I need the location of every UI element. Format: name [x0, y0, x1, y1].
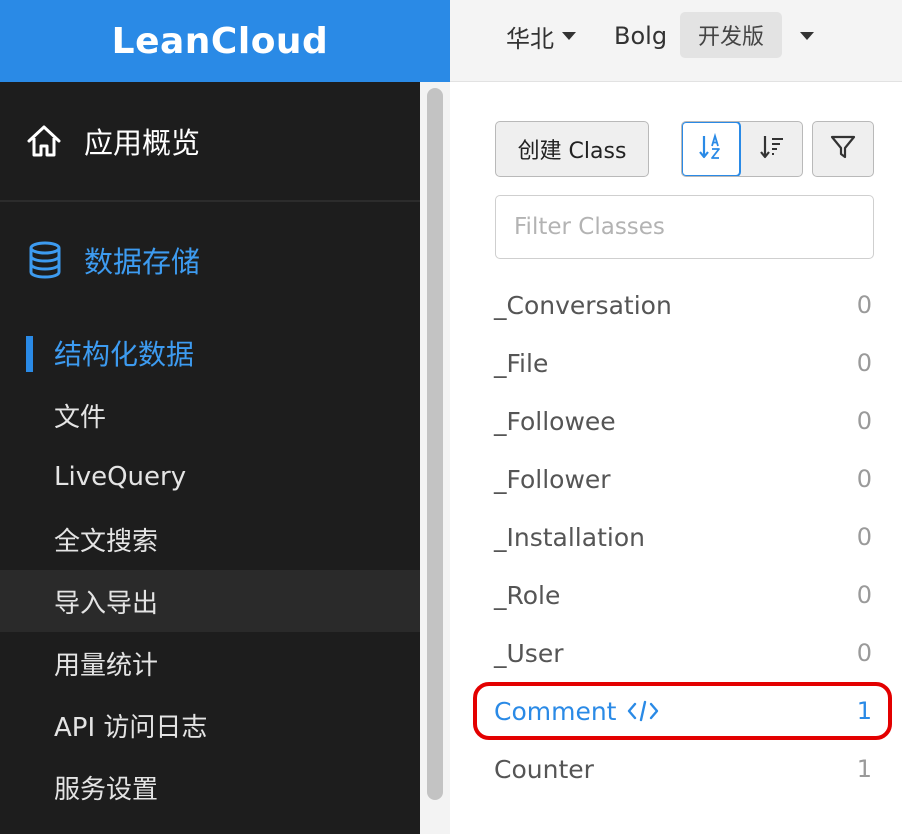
- class-count: 1: [856, 755, 872, 783]
- subnav-livequery[interactable]: LiveQuery: [0, 446, 420, 508]
- code-icon: [627, 699, 659, 723]
- class-count: 0: [856, 639, 872, 667]
- subnav-settings[interactable]: 服务设置: [0, 756, 420, 818]
- sort-amount-button[interactable]: [742, 122, 802, 176]
- class-name: _Conversation: [494, 290, 672, 320]
- sort-toggle-group: [681, 121, 803, 177]
- nav-item-storage[interactable]: 数据存储: [0, 202, 420, 318]
- subnav-usage-stats[interactable]: 用量统计: [0, 632, 420, 694]
- sidebar: LeanCloud 应用概览 数据存储 结构化数据 文件 LiveQuery 全…: [0, 0, 450, 834]
- nav-item-overview[interactable]: 应用概览: [0, 82, 420, 200]
- class-row-conversation[interactable]: _Conversation 0: [494, 276, 874, 334]
- class-name: _Followee: [494, 406, 616, 436]
- subnav-structured-data[interactable]: 结构化数据: [0, 322, 420, 384]
- nav-item-label: 数据存储: [84, 245, 201, 279]
- filter-button[interactable]: [812, 121, 874, 177]
- class-name: _Installation: [494, 522, 645, 552]
- app-selector[interactable]: Bolg: [614, 18, 667, 54]
- nav-item-label: 应用概览: [84, 126, 201, 160]
- sort-amount-icon: [758, 133, 786, 165]
- class-count: 0: [856, 349, 872, 377]
- class-count: 0: [856, 581, 872, 609]
- class-row-counter[interactable]: Counter 1: [494, 740, 874, 798]
- class-row-follower[interactable]: _Follower 0: [494, 450, 874, 508]
- subnav-api-logs[interactable]: API 访问日志: [0, 694, 420, 756]
- class-name: Counter: [494, 754, 594, 784]
- class-count: 0: [856, 291, 872, 319]
- class-count: 1: [856, 697, 872, 725]
- class-row-role[interactable]: _Role 0: [494, 566, 874, 624]
- class-row-user[interactable]: _User 0: [494, 624, 874, 682]
- class-row-file[interactable]: _File 0: [494, 334, 874, 392]
- sort-alpha-icon: [697, 132, 725, 165]
- region-label: 华北: [506, 24, 554, 53]
- class-count: 0: [856, 465, 872, 493]
- class-name: Comment: [494, 696, 617, 726]
- region-selector[interactable]: 华北: [506, 18, 576, 54]
- subnav-files[interactable]: 文件: [0, 384, 420, 446]
- class-name: _File: [494, 348, 549, 378]
- top-bar: 华北 Bolg 开发版: [450, 0, 902, 82]
- class-count: 0: [856, 523, 872, 551]
- plan-badge: 开发版: [680, 12, 782, 58]
- app-name: Bolg: [614, 22, 668, 50]
- sort-alpha-button[interactable]: [682, 122, 741, 176]
- class-count: 0: [856, 407, 872, 435]
- class-row-installation[interactable]: _Installation 0: [494, 508, 874, 566]
- chevron-down-icon[interactable]: [800, 32, 814, 40]
- brand-logo[interactable]: LeanCloud: [0, 0, 450, 82]
- class-row-comment[interactable]: Comment 1: [494, 682, 874, 740]
- filter-classes-input[interactable]: [495, 195, 874, 259]
- class-row-followee[interactable]: _Followee 0: [494, 392, 874, 450]
- class-name: _Follower: [494, 464, 611, 494]
- home-icon: [26, 121, 66, 161]
- scrollbar-thumb[interactable]: [427, 88, 443, 800]
- class-name-group: Comment: [494, 697, 659, 726]
- class-name: _Role: [494, 580, 561, 610]
- subnav-import-export[interactable]: 导入导出: [0, 570, 420, 632]
- create-class-button[interactable]: 创建 Class: [495, 121, 649, 177]
- database-icon: [28, 240, 66, 280]
- class-name: _User: [494, 638, 564, 668]
- chevron-down-icon: [562, 32, 576, 40]
- filter-icon: [829, 133, 857, 165]
- subnav-fulltext-search[interactable]: 全文搜索: [0, 508, 420, 570]
